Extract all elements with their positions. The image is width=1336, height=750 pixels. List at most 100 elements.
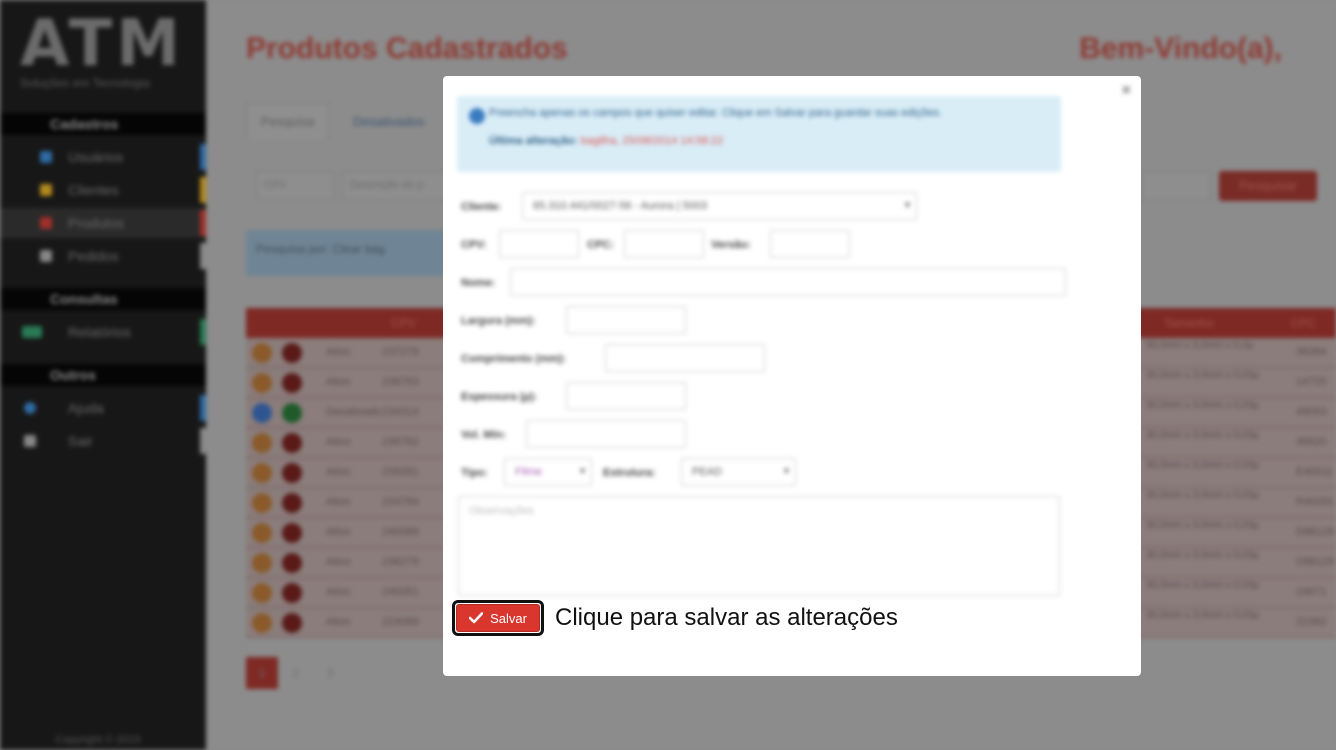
info-icon (469, 108, 485, 124)
sidebar-item-ajuda[interactable]: Ajuda (0, 393, 206, 423)
row-cpc: R40281 (1296, 496, 1335, 508)
filter-select[interactable] (1141, 171, 1211, 201)
observacoes-textarea[interactable]: Observações (458, 496, 1060, 596)
cpv-field[interactable] (499, 230, 579, 258)
section-cadastros: Cadastros (0, 113, 206, 135)
delete-icon[interactable] (282, 373, 302, 393)
row-type: Ativo (326, 346, 351, 358)
tab-pesquisa[interactable]: Pesquisa (246, 103, 330, 139)
page-3[interactable]: 3 (314, 657, 346, 689)
edit-icon[interactable] (252, 373, 272, 393)
sidebar-item-label: Produtos (68, 215, 125, 231)
edit-icon[interactable] (252, 523, 272, 543)
edit-icon[interactable] (252, 493, 272, 513)
check-icon (469, 612, 484, 624)
row-type: Ativo (326, 436, 351, 448)
row-cpv: 236279 (382, 556, 419, 568)
info-alert: Preencha apenas os campos que quiser edi… (457, 96, 1061, 172)
tabs: Pesquisa Desativados (246, 103, 443, 139)
page-1[interactable]: 1 (246, 657, 278, 689)
row-size: 30,0mm x 3,0mm x 0,03µ (1146, 370, 1260, 381)
volmin-field[interactable] (526, 420, 686, 448)
edit-icon[interactable] (252, 403, 272, 423)
estrutura-select[interactable]: PEAD (681, 458, 796, 486)
cpc-field[interactable] (624, 230, 704, 258)
row-cpv: 240051 (382, 586, 419, 598)
row-cpv: 237279 (382, 346, 419, 358)
edit-icon[interactable] (252, 343, 272, 363)
edit-product-modal: × Preencha apenas os campos que quiser e… (443, 76, 1141, 676)
tab-desativados[interactable]: Desativados (338, 103, 440, 139)
nome-label: Nome: (461, 277, 496, 289)
edit-icon[interactable] (252, 553, 272, 573)
description-search-input[interactable]: Descrição do p (342, 171, 452, 201)
row-cpv: 224069 (382, 616, 419, 628)
row-cpc: 36620 (1296, 436, 1327, 448)
cliente-select[interactable]: 65.310.441/0027-56 - Aurora | 5003 (522, 192, 917, 220)
orders-icon (40, 250, 52, 262)
sidebar-item-produtos[interactable]: Produtos (0, 208, 206, 238)
sidebar: ATM Soluções em Tecnologia Cadastros Usu… (0, 0, 206, 750)
row-cpv: 234314 (382, 406, 419, 418)
delete-icon[interactable] (282, 613, 302, 633)
row-type: Ativo (326, 466, 351, 478)
row-size: 30,0mm x 3,0mm x 0,03µ (1146, 460, 1260, 471)
delete-icon[interactable] (282, 463, 302, 483)
delete-icon[interactable] (282, 523, 302, 543)
row-cpc: 22392 (1296, 616, 1327, 628)
row-type: Ativo (326, 496, 351, 508)
edit-icon[interactable] (252, 583, 272, 603)
row-cpc: E40011 (1296, 466, 1334, 478)
tipo-select[interactable]: Filme (504, 458, 592, 486)
delete-icon[interactable] (282, 403, 302, 423)
sidebar-item-sair[interactable]: Sair (0, 426, 206, 456)
sidebar-item-usuarios[interactable]: Usuários (0, 142, 206, 172)
versao-field[interactable] (770, 230, 850, 258)
col-cpv: CPV (391, 316, 416, 330)
cliente-label: Cliente: (461, 201, 502, 213)
estrutura-label: Estrutura: (603, 467, 656, 479)
alert-text: Preencha apenas os campos que quiser edi… (489, 107, 943, 119)
cpv-search-input[interactable]: CPV (256, 171, 334, 201)
sidebar-item-relatorios[interactable]: Relatórios (0, 317, 206, 347)
user-icon (40, 151, 52, 163)
col-size: Tamanho (1164, 316, 1214, 330)
row-size: 30,0mm x 3,0mm x 0,03µ (1146, 400, 1260, 411)
delete-icon[interactable] (282, 493, 302, 513)
volmin-label: Vol. Mín: (461, 429, 507, 441)
copyright: Copyright © 2015 (55, 734, 141, 746)
delete-icon[interactable] (282, 433, 302, 453)
delete-icon[interactable] (282, 583, 302, 603)
comprimento-field[interactable] (605, 344, 765, 372)
edit-icon[interactable] (252, 463, 272, 483)
cpc-label: CPC: (587, 239, 614, 251)
row-type: Ativo (326, 556, 351, 568)
row-cpc: 49053 (1296, 406, 1327, 418)
edit-icon[interactable] (252, 433, 272, 453)
page-2[interactable]: 2 (280, 657, 312, 689)
search-button[interactable]: Pesquisar (1219, 171, 1317, 201)
section-outros: Outros (0, 364, 206, 386)
row-type: Ativo (326, 586, 351, 598)
espessura-field[interactable] (566, 382, 686, 410)
delete-icon[interactable] (282, 343, 302, 363)
product-icon (40, 217, 52, 229)
welcome-text: Bem-Vindo(a), (1079, 32, 1282, 65)
sidebar-item-clientes[interactable]: Clientes (0, 175, 206, 205)
save-button[interactable]: Salvar (456, 604, 540, 632)
nome-field[interactable] (510, 268, 1066, 296)
sidebar-item-pedidos[interactable]: Pedidos (0, 241, 206, 271)
col-cpc: CPC (1291, 316, 1317, 330)
sidebar-item-label: Clientes (68, 182, 119, 198)
delete-icon[interactable] (282, 553, 302, 573)
sidebar-item-label: Ajuda (68, 400, 104, 416)
largura-label: Largura (mm): (461, 315, 536, 327)
edit-icon[interactable] (252, 613, 272, 633)
row-size: 30,0mm x 3,0mm x 0,4µ (1146, 340, 1254, 351)
sidebar-item-label: Usuários (68, 149, 124, 165)
row-type: Ativo (326, 376, 351, 388)
largura-field[interactable] (566, 306, 686, 334)
close-icon[interactable]: × (1122, 82, 1131, 100)
row-type: Desativado (326, 406, 382, 418)
last-change-value: bagilha, 25/08/2014 14:58:22 (580, 135, 724, 147)
